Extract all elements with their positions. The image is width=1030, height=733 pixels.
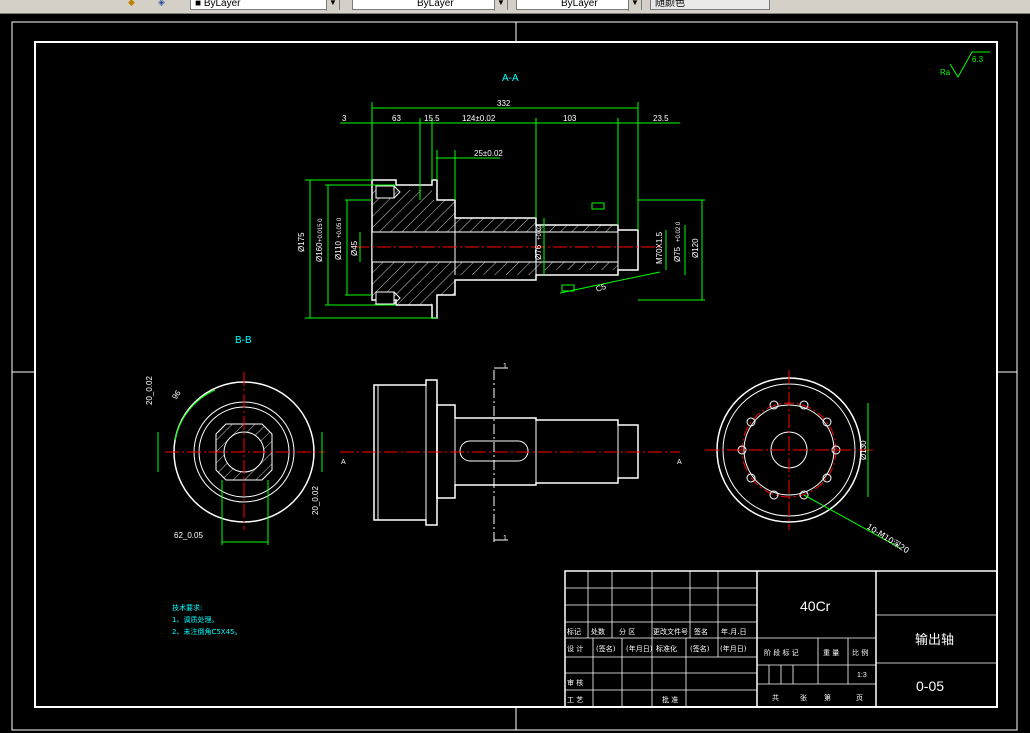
lineweight-control-value: ByLayer: [561, 0, 598, 9]
dim-124: 124±0.02: [462, 114, 496, 123]
drawing-canvas[interactable]: Ra 6.3 A-A 332 3 63 15.5 124±0.02 103 23…: [0, 14, 1030, 733]
technical-requirements: 技术要求: 1、调质处理。 2、未注倒角C5X45。: [172, 603, 242, 636]
cut-mark-top: 1: [503, 363, 507, 370]
layer-state-icon[interactable]: ◆: [128, 0, 140, 7]
color-control-value: ByLayer: [203, 0, 241, 9]
view-mark-left: A: [341, 459, 346, 466]
front-view: 1 1 A A: [340, 363, 682, 545]
tb-process: 工 艺: [567, 696, 583, 704]
dim-holes: 10-M10深20: [865, 522, 911, 555]
lineweight-control-dropdown[interactable]: ByLayer ▼: [516, 0, 642, 11]
dim-m70: M70X1.5: [655, 231, 664, 264]
chevron-down-icon: ▼: [628, 0, 641, 11]
dim-tol110: +0.05 0: [337, 217, 343, 238]
dim-phi76: Ø76: [534, 244, 543, 260]
tb-weight: 重 量: [823, 649, 839, 657]
dim-phi160: Ø160: [315, 242, 324, 262]
title-block: 40Cr 输出轴 0-05 标记 处数 分 区 更改文件号 签名 年.月.日 设…: [564, 570, 998, 708]
chevron-down-icon: ▼: [494, 0, 507, 11]
dim-phi175: Ø175: [297, 232, 306, 252]
section-aa-dimensions: [305, 102, 705, 319]
roughness-value: 6.3: [972, 55, 984, 64]
dim-phi75: Ø75: [673, 246, 682, 262]
tb-scale-value: 1:3: [857, 672, 867, 679]
tb-sheet: 张: [800, 693, 807, 702]
tb-page: 第: [824, 693, 831, 702]
linetype-control-value: ByLayer: [417, 0, 454, 9]
dim-15-5: 15.5: [424, 114, 440, 123]
drawing-frame: [11, 21, 1018, 731]
section-aa-label: A-A: [502, 73, 519, 84]
plotstyle-control-dropdown[interactable]: 随颜色: [650, 0, 770, 10]
section-bb-view: 20_0.02 96 20_0.02 62_0.05: [145, 372, 325, 545]
layer-previous-icon[interactable]: ◈: [158, 0, 170, 7]
dim-phi110: Ø110: [334, 240, 343, 260]
tb-standard: 标准化: [656, 644, 677, 653]
tb-design: 设 计: [567, 644, 583, 653]
dim-bb-62: 62_0.05: [174, 531, 203, 540]
dim-tol76: +0.02: [537, 224, 543, 240]
tb-scale: 比 例: [852, 648, 868, 657]
plotstyle-control-value: 随颜色: [655, 0, 685, 9]
tb-sign: 签名: [694, 627, 708, 636]
dim-phi120: Ø120: [691, 238, 700, 258]
dim-23-5: 23.5: [653, 114, 669, 123]
dim-phi130: Ø130: [859, 440, 868, 460]
dim-tol160: +0.015 0: [318, 218, 324, 242]
end-view: Ø130 10-M10深20: [705, 370, 911, 555]
dim-bb-20b: 20_0.02: [311, 486, 320, 515]
tb-change-doc: 更改文件号: [653, 627, 688, 636]
properties-toolbar: ◆ ◈ ■ ByLayer ▼ ByLayer ▼ ByLayer ▼ 随颜色: [0, 0, 1030, 14]
tb-date1: (年月日): [626, 644, 653, 653]
color-control-dropdown[interactable]: ■ ByLayer ▼: [190, 0, 340, 11]
cut-mark-bottom: 1: [503, 535, 507, 542]
tb-total: 共: [772, 693, 779, 702]
tb-sig2: (签名): [690, 644, 710, 653]
roughness-symbol: Ra 6.3: [940, 51, 990, 78]
dim-phi45: Ø45: [350, 240, 359, 256]
dim-25: 25±0.02: [474, 149, 503, 158]
tb-date2: (年月日): [720, 644, 747, 653]
tech-req-line2: 2、未注倒角C5X45。: [172, 627, 242, 636]
tb-page2: 页: [856, 694, 863, 702]
section-bb-label: B-B: [235, 335, 252, 346]
tb-ymd: 年.月.日: [721, 627, 746, 636]
tb-sig1: (签名): [596, 644, 616, 653]
dim-103: 103: [563, 114, 577, 123]
tech-req-line1: 1、调质处理。: [172, 615, 218, 624]
dim-bb-20a: 20_0.02: [145, 376, 154, 405]
material-label: 40Cr: [800, 598, 831, 614]
tech-req-title: 技术要求:: [172, 603, 202, 612]
tb-count: 处数: [591, 627, 605, 636]
drawing-number: 0-05: [916, 678, 944, 694]
section-aa-view: [355, 179, 660, 319]
chevron-down-icon: ▼: [326, 0, 339, 11]
tb-review: 审 核: [567, 678, 583, 687]
view-mark-right: A: [677, 459, 682, 466]
tb-stage: 阶 段 标 记: [764, 648, 799, 657]
part-name: 输出轴: [915, 632, 954, 648]
dim-bb-96: 96: [170, 388, 183, 401]
dim-63: 63: [392, 114, 401, 123]
dim-332: 332: [497, 99, 511, 108]
linetype-control-dropdown[interactable]: ByLayer ▼: [352, 0, 508, 11]
tb-approve: 批 准: [662, 695, 678, 704]
dim-tol75: +0.02 0: [676, 221, 682, 242]
dim-3: 3: [342, 114, 347, 123]
roughness-label: Ra: [940, 68, 951, 77]
tb-mark: 标记: [567, 627, 581, 636]
tb-zone: 分 区: [619, 627, 635, 636]
